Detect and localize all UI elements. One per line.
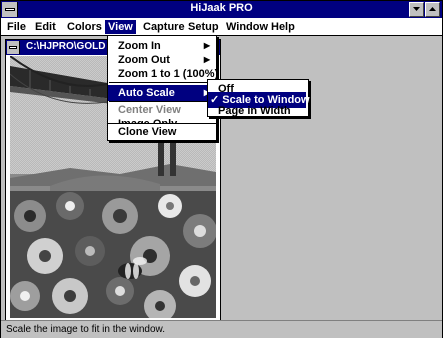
- menu-item-label: Clone View: [118, 126, 177, 138]
- maximize-icon: [429, 7, 436, 11]
- menu-item-label: Center View: [118, 104, 181, 116]
- window-title: HiJaak PRO: [190, 2, 253, 14]
- menu-item-clone-view[interactable]: Clone View: [108, 124, 214, 140]
- view-menu-dropdown-tail: Clone View: [107, 123, 217, 141]
- document-title: C:\HJPRO\GOLD: [26, 41, 106, 52]
- minimize-button[interactable]: [409, 2, 424, 17]
- menu-item-zoom-1-to-1[interactable]: Zoom 1 to 1 (100%): [108, 66, 218, 82]
- menu-item-label: Zoom Out: [118, 54, 170, 66]
- menu-item-label: Zoom In: [118, 40, 161, 52]
- app-window: HiJaak PRO File Edit Colors View Capture…: [0, 0, 443, 338]
- menu-window[interactable]: Window: [223, 20, 271, 34]
- menu-edit[interactable]: Edit: [32, 20, 59, 34]
- menu-separator: [109, 82, 215, 83]
- minimize-icon: [413, 7, 420, 11]
- auto-scale-submenu: Off ✓ Scale to Window Page in Width: [207, 79, 310, 119]
- menu-item-label: Zoom 1 to 1 (100%): [118, 68, 219, 80]
- menu-colors[interactable]: Colors: [64, 20, 105, 34]
- menu-file[interactable]: File: [4, 20, 29, 34]
- menu-view[interactable]: View: [105, 20, 136, 34]
- maximize-button[interactable]: [425, 2, 440, 17]
- menu-item-label: Page in Width: [218, 105, 291, 117]
- menu-setup[interactable]: Setup: [185, 20, 222, 34]
- submenu-item-page-in-width[interactable]: Page in Width: [208, 103, 306, 119]
- title-bar[interactable]: HiJaak PRO: [1, 1, 442, 18]
- menu-help[interactable]: Help: [268, 20, 298, 34]
- menu-capture[interactable]: Capture: [140, 20, 188, 34]
- document-system-menu-button[interactable]: [7, 41, 20, 54]
- menu-item-auto-scale[interactable]: Auto Scale ▶: [108, 85, 214, 101]
- menu-item-label: Auto Scale: [118, 87, 175, 99]
- status-bar: Scale the image to fit in the window.: [1, 320, 442, 338]
- status-text: Scale the image to fit in the window.: [6, 324, 165, 335]
- menu-bar: File Edit Colors View Capture Setup Wind…: [1, 18, 442, 36]
- document-system-menu-icon: [9, 46, 17, 49]
